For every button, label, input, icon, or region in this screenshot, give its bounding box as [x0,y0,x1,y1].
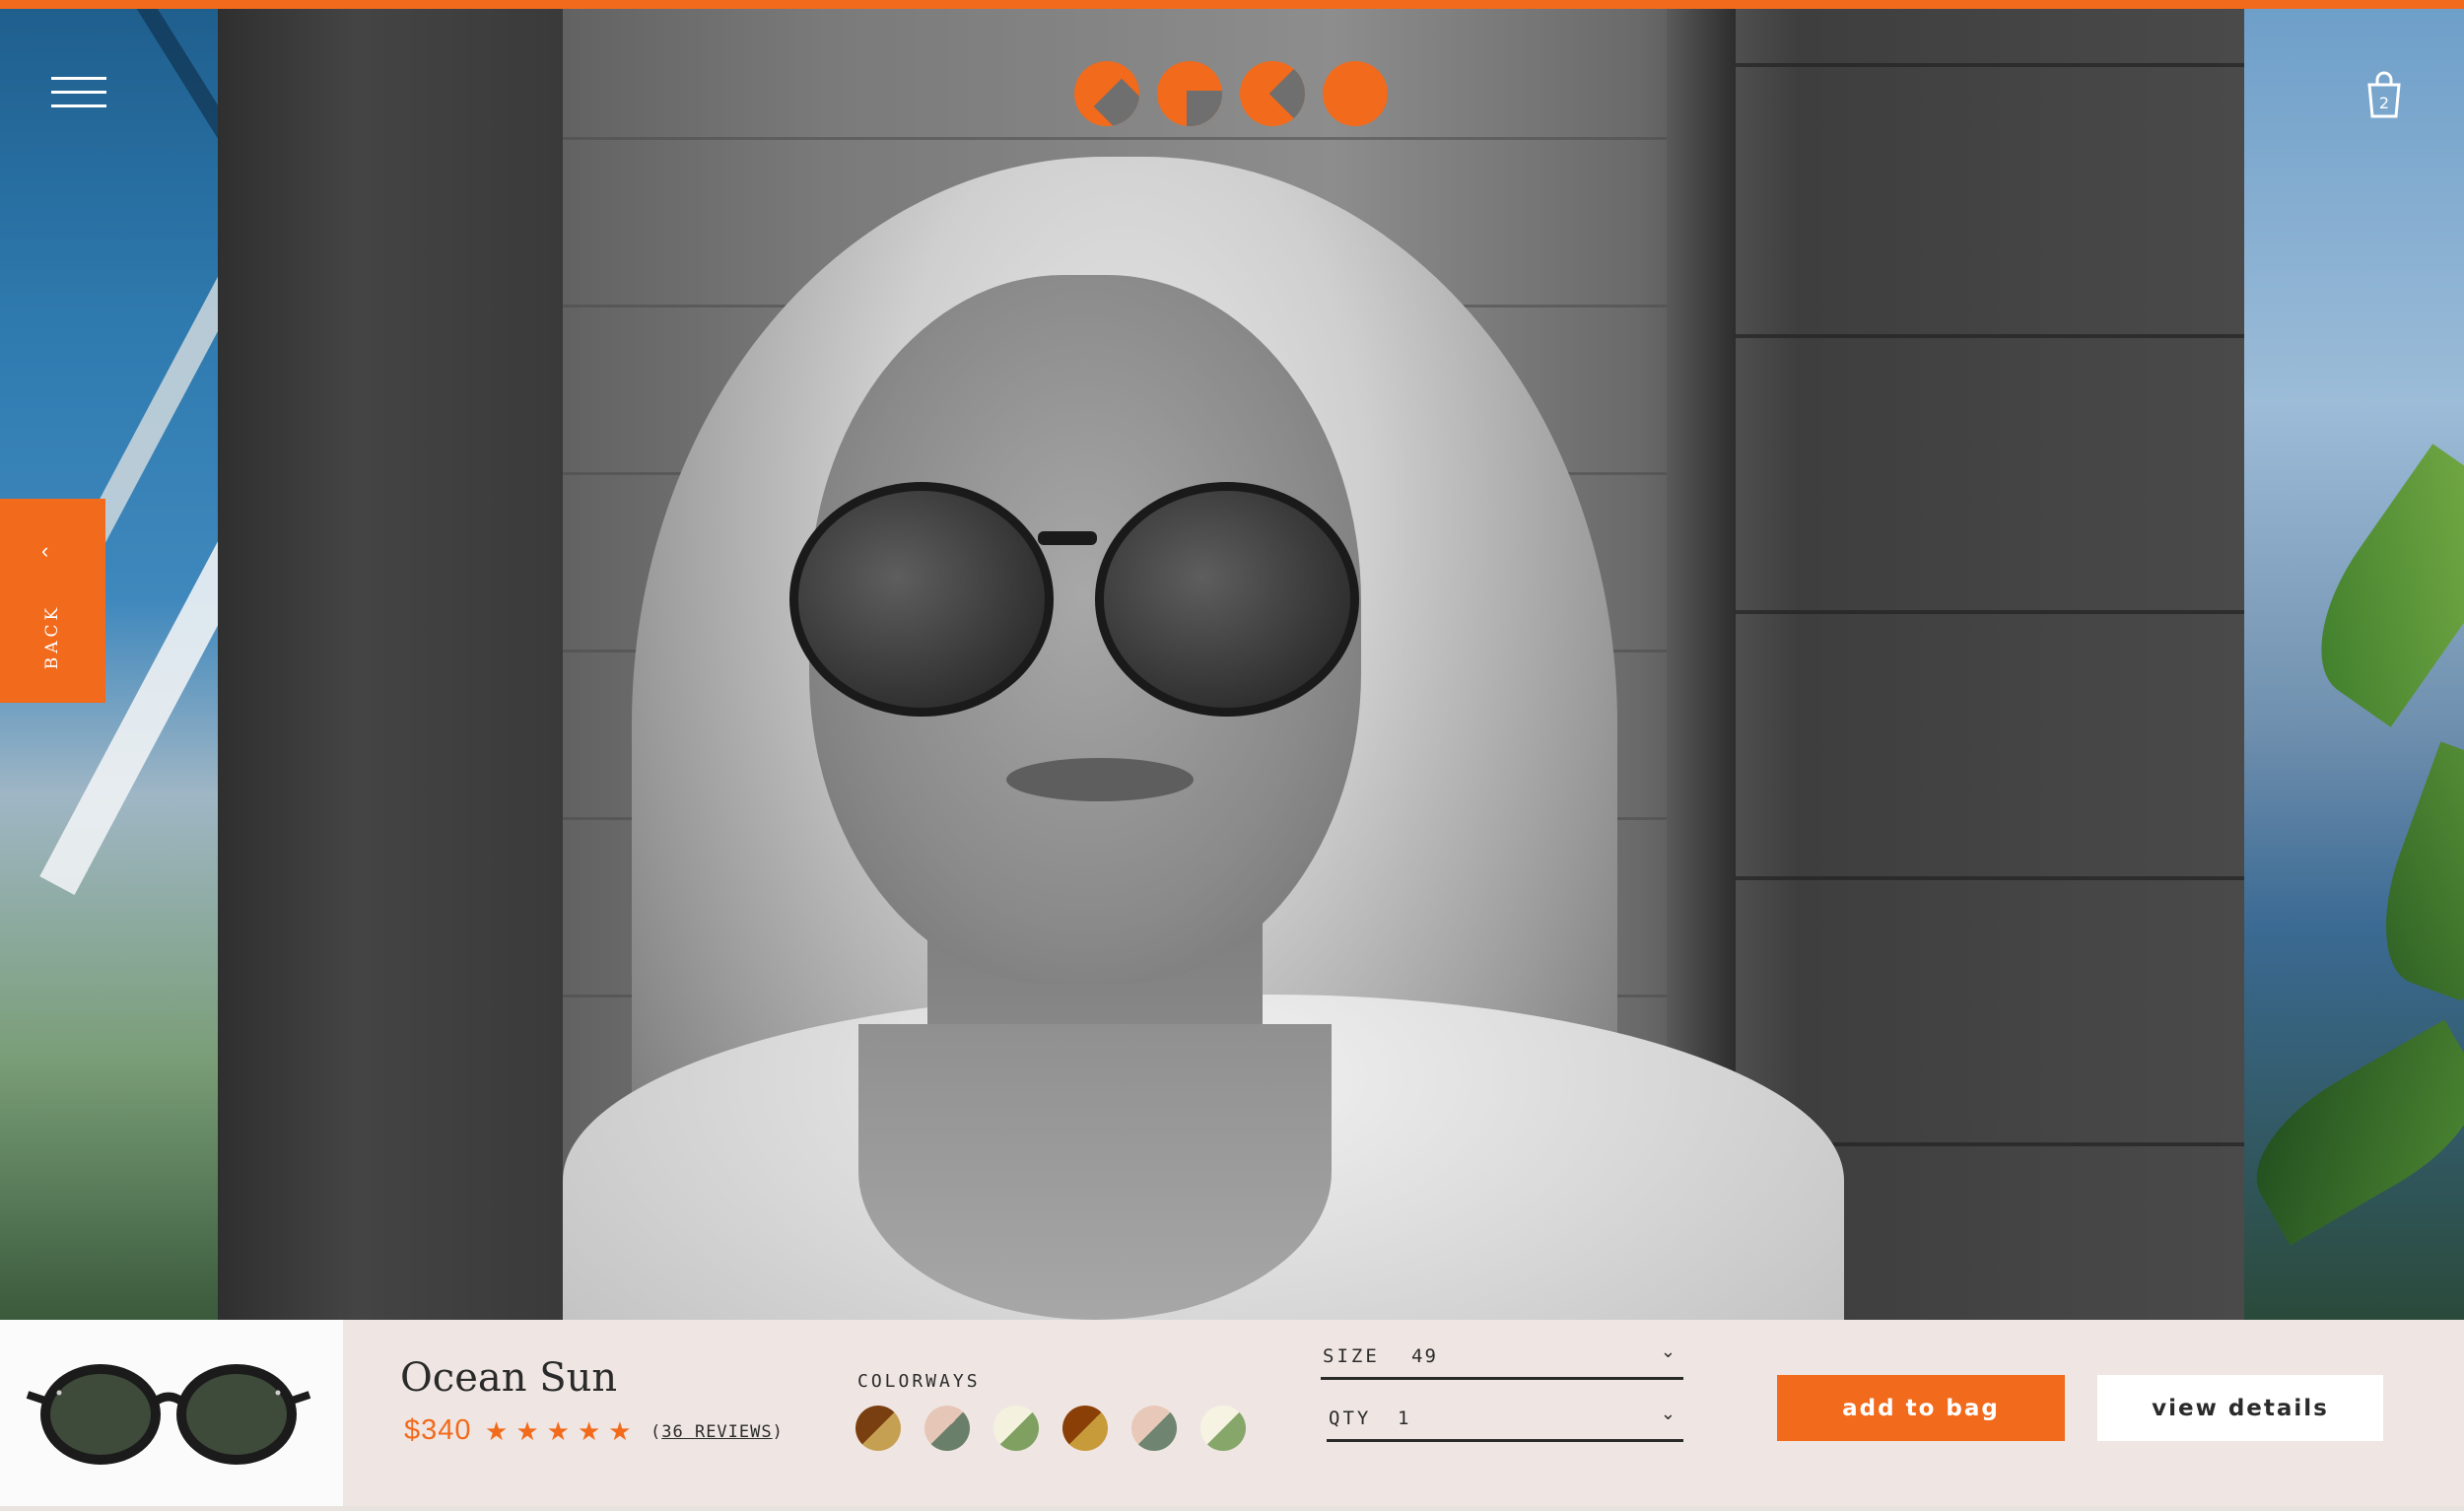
product-bar: Ocean Sun $340 ★ ★ ★ ★ ★ (36 REVIEWS) CO… [0,1320,2464,1506]
product-thumbnail[interactable] [0,1320,343,1506]
colorways-label: COLORWAYS [857,1371,981,1392]
back-label: BACK [42,603,62,670]
chevron-down-icon: ⌄ [1660,1341,1676,1361]
rating-stars: ★ ★ ★ ★ ★ [485,1418,632,1444]
add-to-bag-button[interactable]: add to bag [1777,1375,2065,1441]
right-photo-panel [2244,9,2464,1320]
colorway-swatch[interactable] [1062,1406,1108,1451]
colorway-swatch[interactable] [993,1406,1039,1451]
hero-image [218,9,2244,1320]
chevron-left-icon: ‹ [41,538,49,563]
top-accent-bar [0,0,2464,9]
brand-logo[interactable] [1074,61,1390,126]
product-price: $340 [404,1414,472,1446]
qty-select[interactable]: QTY 1 ⌄ [1327,1394,1683,1442]
back-button[interactable]: ‹ BACK [0,499,105,703]
star-icon: ★ [577,1416,601,1446]
reviews-link[interactable]: (36 REVIEWS) [650,1422,784,1442]
cart-count: 2 [2379,94,2389,112]
colorway-swatch[interactable] [1200,1406,1246,1451]
star-icon: ★ [546,1416,570,1446]
colorway-swatches [856,1406,1246,1451]
star-icon: ★ [485,1416,509,1446]
colorway-swatch[interactable] [924,1406,970,1451]
hamburger-icon[interactable] [51,77,106,108]
size-select[interactable]: SIZE 49 ⌄ [1321,1332,1683,1380]
star-icon: ★ [515,1416,539,1446]
colorway-swatch[interactable] [856,1406,901,1451]
shopping-bag-icon[interactable]: 2 [2363,71,2405,118]
product-name: Ocean Sun [400,1355,618,1401]
view-details-button[interactable]: view details [2097,1375,2383,1441]
star-icon: ★ [608,1416,632,1446]
chevron-down-icon: ⌄ [1660,1404,1676,1423]
colorway-swatch[interactable] [1131,1406,1177,1451]
